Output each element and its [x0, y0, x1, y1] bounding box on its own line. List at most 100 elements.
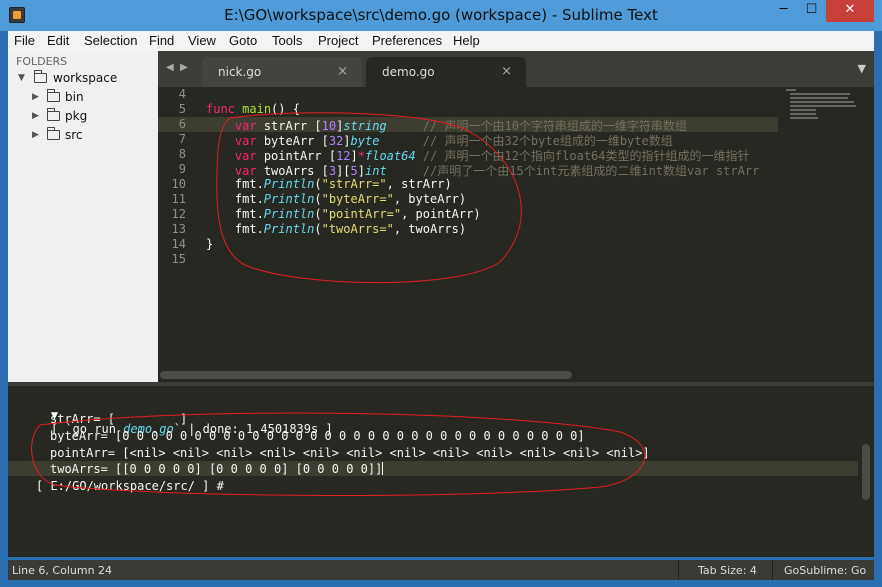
tab-nick-go[interactable]: nick.go ×: [202, 57, 362, 87]
code-token: var: [234, 164, 257, 178]
code-line[interactable]: fmt.Println("twoArrs=", twoArrs): [206, 222, 466, 236]
minimap[interactable]: [784, 87, 864, 127]
sidebar-item-pkg[interactable]: ▶ pkg: [8, 108, 158, 126]
line-number: 11: [171, 192, 186, 206]
code-line[interactable]: func main() {: [206, 102, 300, 116]
code-token: 12: [336, 149, 351, 163]
line-number: 15: [171, 252, 186, 266]
status-bar: Line 6, Column 24 Tab Size: 4 GoSublime:…: [8, 560, 874, 580]
tab-label: nick.go: [218, 65, 262, 79]
code-editor[interactable]: 4 5 6 7 8 9 10 11 12 13 14 15 func main() { var str…: [158, 87, 874, 369]
sidebar-item-label: bin: [65, 90, 84, 104]
vertical-scrollbar[interactable]: [862, 444, 870, 500]
sidebar-item-workspace[interactable]: ▼ workspace: [8, 70, 158, 88]
maximize-button[interactable]: ☐: [798, 0, 825, 22]
folders-header: FOLDERS: [16, 55, 68, 68]
sidebar-item-src[interactable]: ▶ src: [8, 127, 158, 145]
line-number: 4: [178, 87, 186, 101]
output-line-bytearr: byteArr= [0 0 0 0 0 0 0 0 0 0 0 0 0 0 0 …: [50, 429, 585, 443]
code-line[interactable]: fmt.Println("strArr=", strArr): [206, 177, 452, 191]
tab-list-dropdown-icon[interactable]: ▼: [858, 62, 866, 75]
folder-icon: [47, 89, 60, 102]
tab-bar: ◀ ▶ nick.go × demo.go × ▼: [158, 51, 874, 87]
tab-scroll-right-icon[interactable]: ▶: [180, 62, 188, 73]
horizontal-scrollbar[interactable]: [160, 371, 572, 379]
code-token: ]: [357, 164, 365, 178]
editor-scroll-region: [158, 369, 874, 382]
line-number: 12: [171, 207, 186, 221]
code-token: main: [242, 102, 272, 116]
code-token: int: [365, 164, 387, 178]
code-token: (: [314, 207, 322, 221]
tab-size-selector[interactable]: Tab Size: 4: [698, 564, 757, 577]
code-token: () {: [271, 102, 300, 116]
sidebar-item-label: src: [65, 128, 83, 142]
tab-scroll-left-icon[interactable]: ◀: [166, 62, 174, 73]
minimize-button[interactable]: ─: [770, 0, 797, 22]
code-line[interactable]: fmt.Println("byteArr=", byteArr): [206, 192, 466, 206]
chevron-down-icon: ▼: [18, 73, 25, 83]
line-number: 5: [178, 102, 186, 116]
code-token: ]: [343, 134, 351, 148]
code-token: 32: [328, 134, 344, 148]
code-token: ]: [350, 149, 358, 163]
output-line-strarr: strArr= [ ]: [50, 412, 188, 426]
cursor-position: Line 6, Column 24: [12, 564, 113, 577]
title-bar: E:\GO\workspace\src\demo.go (workspace) …: [0, 0, 882, 31]
menu-find[interactable]: Find: [149, 33, 174, 48]
line-number: 6: [178, 117, 186, 131]
code-token: func: [206, 102, 235, 116]
shell-prompt: [ E:/GO/workspace/src/ ] #: [36, 479, 224, 493]
menu-file[interactable]: File: [14, 33, 35, 48]
code-token: Println: [263, 222, 315, 236]
folder-icon: [47, 108, 60, 121]
code-line[interactable]: }: [206, 237, 213, 251]
code-token: (: [314, 222, 322, 236]
window-title: E:\GO\workspace\src\demo.go (workspace) …: [224, 6, 658, 24]
code-token: (: [314, 177, 322, 191]
syntax-selector[interactable]: GoSublime: Go: [784, 564, 866, 577]
menu-edit[interactable]: Edit: [47, 33, 69, 48]
code-token: var: [234, 134, 257, 148]
code-token: 5: [350, 164, 358, 178]
code-token: // 声明一个由32个byte组成的一维byte数组: [422, 134, 673, 148]
sidebar-item-bin[interactable]: ▶ bin: [8, 89, 158, 107]
menu-view[interactable]: View: [188, 33, 216, 48]
menu-bar: File Edit Selection Find View Goto Tools…: [8, 31, 874, 51]
close-icon[interactable]: ×: [337, 64, 348, 79]
code-token: Println: [263, 177, 315, 191]
menu-selection[interactable]: Selection: [84, 33, 137, 48]
line-number: 9: [178, 162, 186, 176]
code-token: }: [206, 237, 214, 251]
menu-tools[interactable]: Tools: [272, 33, 302, 48]
output-panel[interactable]: ▼ [ `go run demo.go` | done: 1.4501839s …: [8, 386, 874, 557]
tab-demo-go[interactable]: demo.go ×: [366, 57, 526, 87]
code-token: "strArr=": [321, 177, 387, 191]
close-button[interactable]: ✕: [826, 0, 874, 22]
code-token: , pointArr): [401, 207, 481, 221]
code-token: *: [357, 149, 365, 163]
code-token: twoArrs [: [256, 164, 329, 178]
code-token: string: [343, 119, 387, 133]
menu-goto[interactable]: Goto: [229, 33, 257, 48]
menu-preferences[interactable]: Preferences: [372, 33, 442, 48]
code-token: //声明了一个由15个int元素组成的二维int数组var strArr: [422, 164, 760, 178]
code-token: fmt.: [206, 222, 264, 236]
menu-project[interactable]: Project: [318, 33, 358, 48]
output-line-twoarrs: twoArrs= [[0 0 0 0 0] [0 0 0 0 0] [0 0 0…: [50, 462, 384, 476]
line-number: 8: [178, 147, 186, 161]
line-number: 7: [178, 132, 186, 146]
code-line[interactable]: fmt.Println("pointArr=", pointArr): [206, 207, 481, 221]
menu-help[interactable]: Help: [453, 33, 480, 48]
sidebar-item-label: workspace: [53, 71, 118, 85]
code-token: var: [234, 119, 257, 133]
code-token: "byteArr=": [321, 192, 394, 206]
close-icon[interactable]: ×: [501, 64, 512, 79]
line-number: 13: [171, 222, 186, 236]
